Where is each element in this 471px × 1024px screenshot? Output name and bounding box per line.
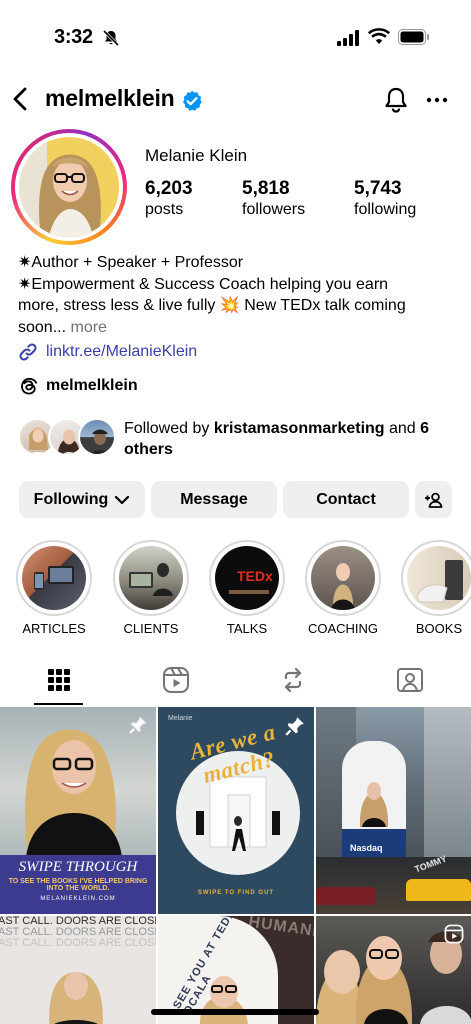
link-icon xyxy=(19,343,37,361)
post-subtitle: TO SEE THE BOOKS I'VE HELPED BRING INTO … xyxy=(8,878,148,892)
posts-count[interactable]: 6,203 posts xyxy=(145,178,193,219)
tab-reels[interactable] xyxy=(117,655,234,705)
home-indicator[interactable] xyxy=(151,1009,319,1015)
post-tile[interactable]: AST CALL. DOORS ARE CLOSING AST CALL. DO… xyxy=(0,916,156,1024)
message-button-label: Message xyxy=(180,490,248,508)
tab-tagged[interactable] xyxy=(351,655,468,705)
stat-label: followers xyxy=(242,201,306,218)
profile-header: melmelklein xyxy=(0,80,471,120)
post-tile[interactable]: SWIPE THROUGH TO SEE THE BOOKS I'VE HELP… xyxy=(0,707,156,914)
status-bar: 3:32 xyxy=(0,0,471,75)
followed-by-prefix: Followed by xyxy=(124,420,214,437)
profile-bio: ✷Author + Speaker + Professor ✷Empowerme… xyxy=(18,252,458,338)
post-tile[interactable] xyxy=(316,916,471,1024)
repost-icon xyxy=(284,667,301,693)
stat-value: 5,818 xyxy=(242,178,290,199)
post-url: MELANIEKLEIN.COM xyxy=(40,896,116,902)
highlight-cover: TEDx xyxy=(215,546,279,610)
add-person-icon xyxy=(424,492,442,508)
link-text[interactable]: linktr.ee/MelanieKlein xyxy=(46,343,197,361)
billboard-text: Nasdaq xyxy=(350,843,383,853)
contact-button[interactable]: Contact xyxy=(283,481,409,518)
following-button-label: Following xyxy=(33,490,109,508)
post-title: SWIPE THROUGH xyxy=(18,859,138,875)
profile-tabs xyxy=(0,655,471,705)
profile-username: melmelklein xyxy=(45,85,175,111)
highlight-coaching[interactable]: COACHING xyxy=(305,540,381,636)
threads-badge[interactable]: melmelklein xyxy=(18,376,138,396)
highlight-cover xyxy=(311,546,375,610)
stat-value: 6,203 xyxy=(145,178,193,199)
verified-badge-icon xyxy=(183,90,202,111)
tab-grid[interactable] xyxy=(0,655,117,705)
notifications-bell-icon[interactable] xyxy=(383,86,409,114)
clock: 3:32 xyxy=(54,26,93,48)
highlight-label: BOOKS xyxy=(415,621,463,636)
following-count[interactable]: 5,743 following xyxy=(354,178,416,219)
bio-text: soon... xyxy=(18,318,67,336)
highlight-talks[interactable]: TEDx TALKS xyxy=(209,540,285,636)
mutual-avatar xyxy=(78,418,116,456)
battery-icon xyxy=(398,29,429,45)
followed-by-text: Followed by kristamasonmarketing and 6 o… xyxy=(124,418,464,460)
post-brand: Melanie xyxy=(168,715,193,722)
followed-by-mid: and xyxy=(384,420,421,437)
contact-button-label: Contact xyxy=(316,490,376,508)
bio-more-link[interactable]: more xyxy=(70,319,106,336)
post-tile[interactable]: Nasdaq TOMMY xyxy=(316,707,471,914)
wifi-icon xyxy=(368,28,390,44)
bio-line: soon... more xyxy=(18,317,458,339)
tagged-icon xyxy=(396,668,423,692)
cellular-signal-icon xyxy=(337,30,359,46)
threads-handle[interactable]: melmelklein xyxy=(46,377,138,395)
followers-count[interactable]: 5,818 followers xyxy=(242,178,305,219)
stat-label: posts xyxy=(145,201,184,218)
display-name: Melanie Klein xyxy=(145,146,248,165)
reels-icon xyxy=(162,667,189,693)
tedx-logo: TEDx xyxy=(237,568,273,584)
bio-line: ✷Author + Speaker + Professor xyxy=(18,254,244,271)
bio-line: ✷Empowerment & Success Coach helping you… xyxy=(18,275,389,293)
highlight-cover xyxy=(22,546,86,610)
post-tile[interactable]: Melanie Are we a match? SWIPE TO FIND OU… xyxy=(158,707,314,914)
followed-by-username[interactable]: kristamasonmarketing xyxy=(214,420,385,437)
post-subtitle: SWIPE TO FIND OUT xyxy=(197,890,275,896)
bio-line: more, stress less & live fully 💥 New TED… xyxy=(18,297,406,314)
silent-mode-icon xyxy=(102,29,120,47)
pin-icon xyxy=(129,716,147,734)
chevron-down-icon xyxy=(115,495,130,504)
more-options-icon[interactable] xyxy=(426,88,448,112)
message-button[interactable]: Message xyxy=(151,481,277,518)
profile-avatar[interactable] xyxy=(11,129,127,245)
reel-indicator-icon xyxy=(444,924,464,944)
post-caption: AST CALL. DOORS ARE CLOSING xyxy=(0,937,156,949)
back-icon[interactable] xyxy=(8,84,34,114)
stat-value: 5,743 xyxy=(354,178,402,199)
grid-icon xyxy=(47,669,70,691)
threads-icon xyxy=(21,377,37,395)
followed-by[interactable]: Followed by kristamasonmarketing and 6 o… xyxy=(18,418,468,462)
following-button[interactable]: Following xyxy=(19,481,145,518)
highlight-books[interactable]: BOOKS xyxy=(401,540,471,636)
tab-reposts[interactable] xyxy=(234,655,351,705)
stat-label: following xyxy=(354,201,417,218)
profile-link[interactable]: linktr.ee/MelanieKlein xyxy=(18,342,197,362)
highlight-articles[interactable]: ARTICLES xyxy=(16,540,92,636)
highlight-cover xyxy=(407,546,471,610)
add-person-button[interactable] xyxy=(415,481,452,518)
avatar-photo xyxy=(19,137,119,237)
highlight-cover xyxy=(119,546,183,610)
highlight-clients[interactable]: CLIENTS xyxy=(113,540,189,636)
post-tile[interactable]: HUMANITY SEE YOU AT TEDX OCALA xyxy=(158,916,314,1024)
